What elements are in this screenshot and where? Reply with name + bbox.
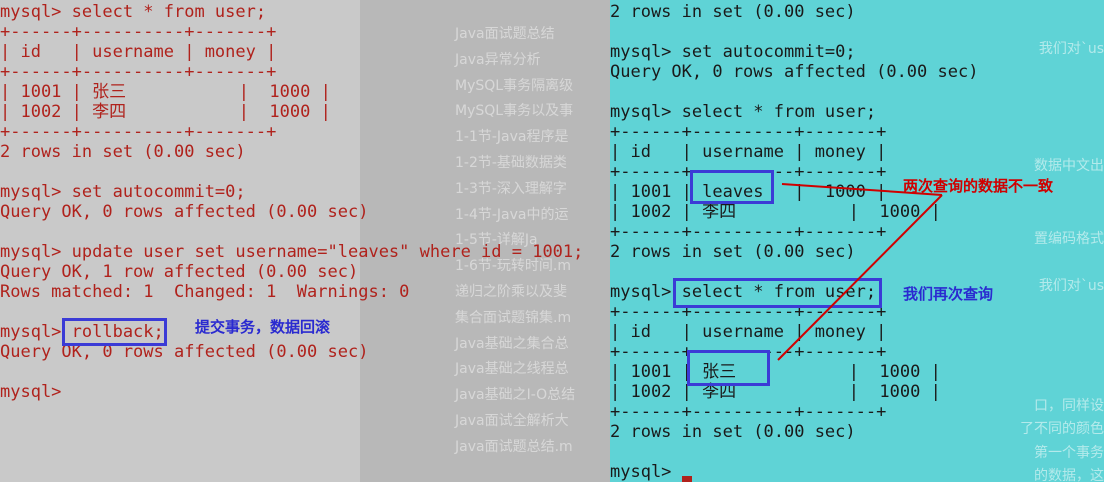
- leaves-highlight-box: [690, 170, 774, 204]
- left_terminal-line: mysql>: [0, 382, 62, 402]
- left_terminal-line: [0, 162, 583, 182]
- left_terminal-line: +------+----------+-------+: [0, 122, 277, 142]
- left_terminal-line: Query OK, 1 row affected (0.00 sec): [0, 262, 359, 282]
- right_terminal-line: +------+----------+-------+: [610, 122, 887, 142]
- background-doc-line: 我们对`us: [1038, 41, 1104, 57]
- right_terminal-line: [610, 442, 978, 462]
- right_terminal-line: | 1002 | 李四 | 1000 |: [610, 382, 941, 402]
- left_terminal-line: Rows matched: 1 Changed: 1 Warnings: 0: [0, 282, 410, 302]
- left-terminal-window[interactable]: Java面试题总结 Java异常分析 MySQL事务隔离级 MySQL事务以及事 1-1…: [0, 0, 610, 482]
- background-doc-line: 了不同的颜色: [1020, 421, 1104, 437]
- left_terminal-line: mysql> select * from user;: [0, 2, 267, 22]
- right_terminal-line: | 1002 | 李四 | 1000 |: [610, 202, 941, 222]
- zhangsan-highlight-box: [687, 350, 770, 386]
- right_terminal-line: mysql>: [610, 462, 682, 482]
- right_terminal-line: 2 rows in set (0.00 sec): [610, 242, 856, 262]
- right_terminal-line: +------+----------+-------+: [610, 402, 887, 422]
- right_terminal-line: +------+----------+-------+: [610, 222, 887, 242]
- mismatch-annotation: 两次查询的数据不一致: [903, 177, 1054, 195]
- left_terminal-line: mysql> update user set username="leaves"…: [0, 242, 584, 262]
- right-terminal-output[interactable]: 2 rows in set (0.00 sec) mysql> set auto…: [610, 2, 978, 482]
- left_terminal-line: [0, 362, 583, 382]
- background-doc-line: 我们对`us: [1038, 278, 1104, 294]
- requery-annotation: 我们再次查询: [903, 285, 994, 303]
- background-doc-line: 口，同样设: [1034, 398, 1104, 414]
- terminal-cursor: [682, 476, 692, 482]
- background-doc-line: 置编码格式: [1034, 231, 1104, 247]
- left_terminal-line: +------+----------+-------+: [0, 22, 277, 42]
- right_terminal-line: mysql> set autocommit=0;: [610, 42, 856, 62]
- background-file-item: Java面试题总结.m: [455, 438, 573, 455]
- left_terminal-line: Query OK, 0 rows affected (0.00 sec): [0, 202, 369, 222]
- left_terminal-line: | 1001 | 张三 | 1000 |: [0, 82, 331, 102]
- select-query-highlight-box: [673, 278, 882, 308]
- left_terminal-line: | id | username | money |: [0, 42, 277, 62]
- right_terminal-line: 2 rows in set (0.00 sec): [610, 422, 856, 442]
- rollback-highlight-box: [62, 318, 167, 346]
- left_terminal-line: | 1002 | 李四 | 1000 |: [0, 102, 331, 122]
- background-file-item: Java面试全解析大: [455, 412, 569, 429]
- background-doc-line: 数据中文出: [1034, 158, 1104, 174]
- right_terminal-line: 2 rows in set (0.00 sec): [610, 2, 856, 22]
- right_terminal-line: +------+----------+-------+: [610, 342, 887, 362]
- left_terminal-line: mysql> set autocommit=0;: [0, 182, 246, 202]
- right_terminal-line: [610, 82, 978, 102]
- left_terminal-line: +------+----------+-------+: [0, 62, 277, 82]
- rollback-annotation: 提交事务，数据回滚: [195, 318, 331, 336]
- right_terminal-line: mysql> select * from user;: [610, 102, 877, 122]
- right_terminal-line: | id | username | money |: [610, 142, 887, 162]
- right_terminal-line: | 1001 | 张三 | 1000 |: [610, 362, 941, 382]
- right-terminal-window[interactable]: 我们对`us 数据中文出 置编码格式 我们对`us 口，同样设 了不同的颜色 第一个事务 的数…: [610, 0, 1104, 482]
- right_terminal-line: Query OK, 0 rows affected (0.00 sec): [610, 62, 979, 82]
- right_terminal-line: [610, 22, 978, 42]
- left_terminal-line: 2 rows in set (0.00 sec): [0, 142, 246, 162]
- background-doc-line: 第一个事务: [1034, 445, 1104, 461]
- background-doc-line: 的数据，这: [1034, 468, 1104, 482]
- right_terminal-line: | id | username | money |: [610, 322, 887, 342]
- left_terminal-line: [0, 222, 583, 242]
